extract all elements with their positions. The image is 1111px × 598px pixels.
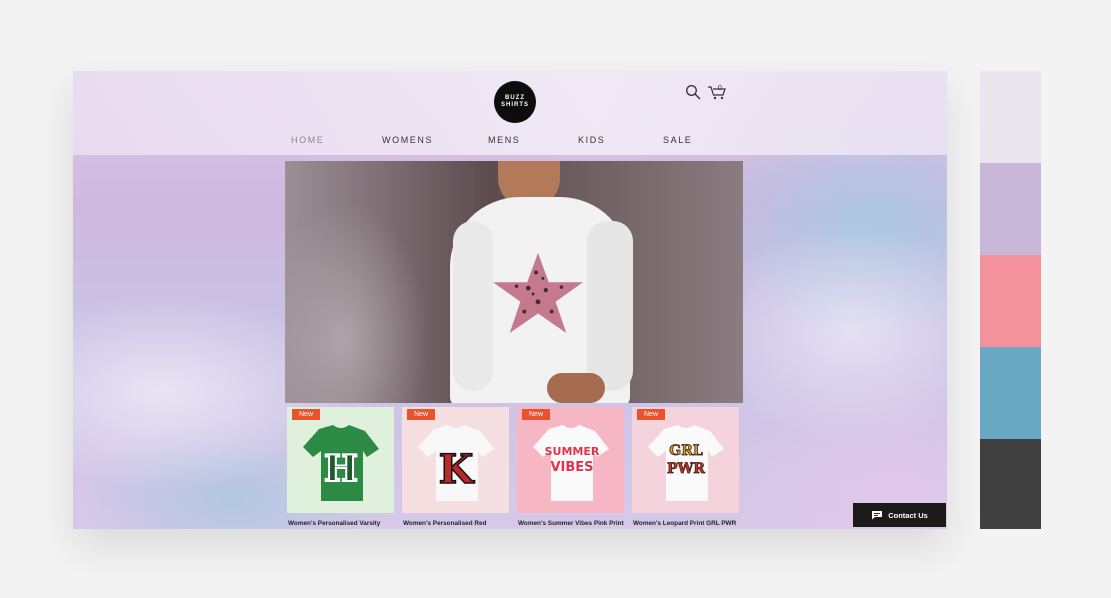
palette-swatch-3 [980, 255, 1041, 347]
chat-icon [872, 511, 883, 520]
nav-womens[interactable]: WOMENS [382, 135, 433, 145]
product-title[interactable]: Women's Summer Vibes Pink Print [518, 520, 624, 527]
svg-text:K: K [439, 446, 475, 493]
white-tshirt-summer-vibes: SUMMER VIBES [529, 421, 613, 505]
nav-mens[interactable]: MENS [488, 135, 520, 145]
product-title[interactable]: Women's Personalised Varsity [288, 520, 380, 527]
product-image[interactable]: SUMMER VIBES New [517, 407, 624, 513]
search-icon[interactable] [684, 83, 702, 101]
logo-line1: BUZZ [505, 95, 525, 101]
white-tshirt-grl-pwr: GRL PWR [644, 421, 728, 505]
new-badge: New [637, 409, 666, 420]
product-card[interactable]: H New Women's Personalised Varsity [287, 407, 394, 529]
contact-us-button[interactable]: Contact Us [853, 503, 946, 527]
product-title[interactable]: Women's Personalised Red [403, 520, 486, 527]
contact-us-label: Contact Us [888, 510, 928, 520]
product-card[interactable]: K New Women's Personalised Red [402, 407, 509, 529]
color-palette [980, 71, 1041, 529]
new-badge: New [522, 409, 551, 420]
main-nav: HOME WOMENS MENS KIDS SALE [73, 135, 947, 149]
cart-count: 0 [718, 85, 722, 92]
leopard-star-print [493, 252, 583, 334]
svg-text:SUMMER: SUMMER [545, 445, 600, 458]
product-grid: H New Women's Personalised Varsity K New… [285, 407, 743, 529]
palette-swatch-4 [980, 347, 1041, 439]
brand-logo[interactable]: BUZZ SHIRTS [494, 81, 536, 123]
hero-image[interactable] [285, 161, 743, 403]
nav-home[interactable]: HOME [291, 135, 324, 145]
product-image[interactable]: H New [287, 407, 394, 513]
product-title[interactable]: Women's Leopard Print GRL PWR [633, 520, 736, 527]
green-tshirt-h: H [299, 421, 383, 505]
new-badge: New [292, 409, 321, 420]
palette-swatch-1 [980, 71, 1041, 163]
website-preview: BUZZ SHIRTS 0 HOME WOMENS MENS KIDS SALE [73, 71, 947, 529]
new-badge: New [407, 409, 436, 420]
svg-text:PWR: PWR [667, 461, 705, 477]
cart-icon[interactable]: 0 [706, 83, 728, 101]
site-header: BUZZ SHIRTS 0 HOME WOMENS MENS KIDS SALE [73, 71, 947, 155]
product-image[interactable]: K New [402, 407, 509, 513]
nav-kids[interactable]: KIDS [578, 135, 605, 145]
svg-text:H: H [324, 448, 358, 490]
palette-swatch-2 [980, 163, 1041, 255]
product-card[interactable]: SUMMER VIBES New Women's Summer Vibes Pi… [517, 407, 624, 529]
product-card[interactable]: GRL PWR New Women's Leopard Print GRL PW… [632, 407, 739, 529]
palette-swatch-5 [980, 439, 1041, 529]
logo-line2: SHIRTS [500, 102, 529, 108]
product-image[interactable]: GRL PWR New [632, 407, 739, 513]
white-tshirt-k: K [414, 421, 498, 505]
svg-text:VIBES: VIBES [550, 460, 593, 475]
svg-text:GRL: GRL [669, 443, 703, 459]
nav-sale[interactable]: SALE [663, 135, 692, 145]
model-hand [547, 373, 605, 403]
